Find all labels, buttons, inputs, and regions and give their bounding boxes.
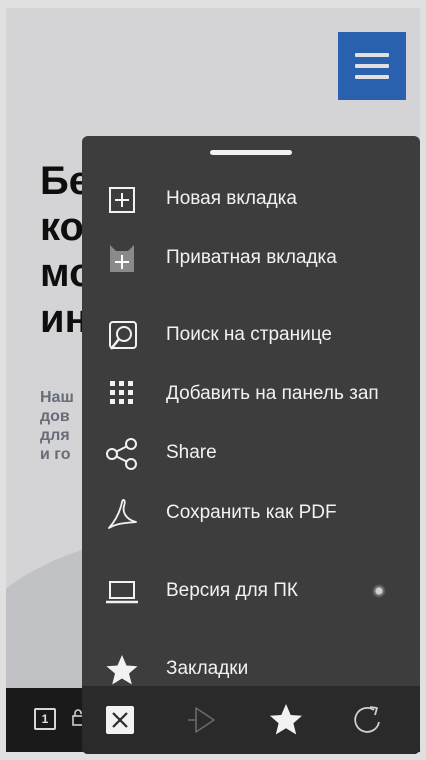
private-tab-icon [104, 241, 140, 277]
browser-menu-sheet: Новая вкладка Приватная вкладка Поиск на… [82, 136, 420, 754]
desktop-version-toggle[interactable] [372, 584, 386, 598]
menu-item-label: Добавить на панель зап [166, 383, 416, 409]
menu-item-label: Новая вкладка [166, 188, 297, 209]
menu-item-find-in-page[interactable]: Поиск на странице [82, 310, 420, 362]
forward-icon[interactable] [184, 700, 224, 740]
laptop-icon [104, 574, 140, 610]
reload-icon[interactable] [348, 700, 388, 740]
speed-dial-grid-icon [104, 377, 140, 413]
menu-item-label: Закладки [166, 658, 249, 679]
menu-action-bar [82, 686, 420, 754]
find-in-page-icon [104, 318, 140, 354]
menu-item-label: Поиск на странице [166, 324, 332, 345]
menu-item-share[interactable]: Share [82, 428, 420, 480]
pdf-icon [104, 496, 140, 532]
bookmark-star-icon[interactable] [266, 700, 306, 740]
menu-item-desktop-version[interactable]: Версия для ПК [82, 566, 420, 618]
share-icon [104, 436, 140, 472]
close-icon[interactable] [100, 700, 140, 740]
menu-item-private-tab[interactable]: Приватная вкладка [82, 233, 420, 285]
drag-handle[interactable] [210, 150, 292, 155]
menu-item-save-as-pdf[interactable]: Сохранить как PDF [82, 488, 420, 540]
new-tab-icon [104, 182, 140, 218]
star-icon [104, 652, 140, 688]
tab-count-button[interactable]: 1 [34, 708, 56, 730]
menu-item-new-tab[interactable]: Новая вкладка [82, 174, 420, 226]
menu-item-label: Сохранить как PDF [166, 502, 337, 523]
menu-item-label: Приватная вкладка [166, 247, 337, 268]
menu-item-add-to-speed-dial[interactable]: Добавить на панель зап [82, 369, 420, 421]
menu-item-label: Share [166, 442, 217, 463]
